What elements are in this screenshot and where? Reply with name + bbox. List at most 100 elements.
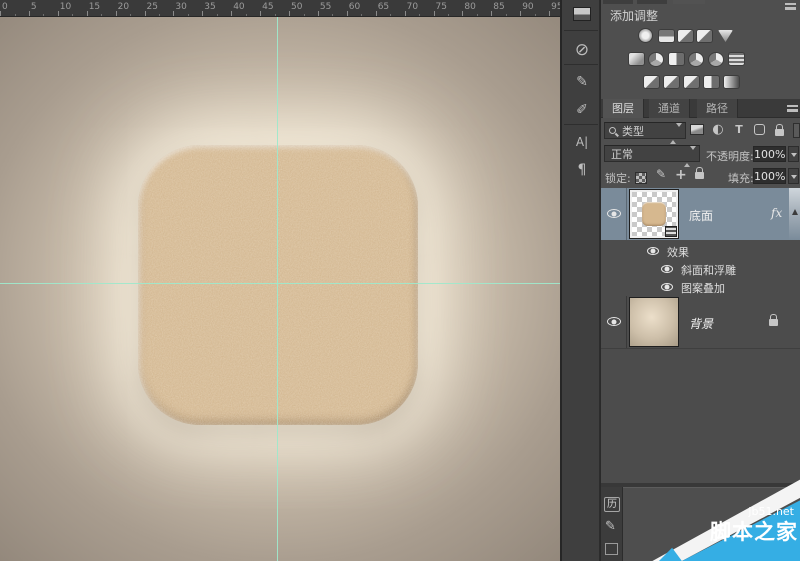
threshold-icon[interactable]	[684, 76, 699, 88]
lock-transparency-icon[interactable]	[635, 169, 647, 188]
ruler-label: 35	[204, 2, 215, 12]
visibility-eye-icon[interactable]	[661, 265, 673, 273]
layer-row-dimian[interactable]: 底面 fx	[601, 188, 800, 240]
ruler-label: 15	[89, 2, 100, 12]
ruler-minor-tick	[159, 14, 160, 16]
vertical-guide[interactable]	[277, 17, 278, 561]
lock-position-icon[interactable]: +	[675, 167, 687, 183]
ruler-tick	[434, 11, 435, 16]
divider	[564, 30, 598, 31]
opacity-dropdown-arrow[interactable]	[788, 146, 799, 162]
lock-glyph	[775, 129, 784, 136]
layers-tabbar: 图层 通道 路径	[601, 99, 800, 118]
ruler-tick	[0, 11, 1, 16]
ruler[interactable]: 05101520253035404550556065707580859095	[0, 0, 560, 17]
type-layers-filter-icon[interactable]: T	[731, 122, 747, 137]
partial-panel-icon[interactable]	[605, 543, 618, 555]
ruler-tick	[29, 11, 30, 16]
effects-row[interactable]: 效果	[601, 242, 800, 260]
effects-label: 效果	[667, 244, 689, 260]
vibrance-icon[interactable]	[718, 30, 733, 42]
ruler-tick	[231, 11, 232, 16]
tab-paths[interactable]: 路径	[697, 99, 738, 118]
document-canvas[interactable]	[0, 17, 560, 561]
history-panel-icon[interactable]: 历	[604, 497, 620, 512]
adjustment-layers-filter-icon[interactable]: ◐	[710, 122, 726, 137]
exposure-icon[interactable]	[697, 30, 712, 42]
ruler-tick	[58, 11, 59, 16]
blend-mode-dropdown[interactable]: 正常	[604, 145, 700, 162]
layer-name[interactable]: 背景	[689, 315, 713, 332]
horizontal-guide[interactable]	[0, 283, 560, 284]
lock-all-icon[interactable]	[695, 164, 704, 183]
panel-menu-icon[interactable]	[785, 3, 796, 10]
ruler-minor-tick	[101, 14, 102, 16]
divider	[601, 348, 800, 349]
layer-row-background[interactable]: 背景	[601, 296, 800, 348]
pencil-panel-icon[interactable]: ✎	[605, 519, 616, 534]
levels-icon[interactable]	[659, 30, 674, 42]
pattern-badge-icon	[665, 226, 677, 237]
tab-layers[interactable]: 图层	[603, 99, 644, 118]
tab-stub-active[interactable]	[673, 0, 705, 4]
curves-icon[interactable]	[678, 30, 693, 42]
brightness-contrast-icon[interactable]	[639, 29, 652, 42]
panel-menu-icon[interactable]	[787, 105, 798, 112]
scrollbar-up-arrow[interactable]	[789, 188, 800, 240]
posterize-icon[interactable]	[664, 76, 679, 88]
ruler-minor-tick	[72, 14, 73, 16]
ruler-minor-tick	[15, 14, 16, 16]
smart-object-filter-icon[interactable]	[771, 122, 787, 137]
visibility-eye-icon[interactable]	[607, 317, 621, 326]
selective-color-icon[interactable]	[704, 76, 719, 88]
invert-icon[interactable]	[644, 76, 659, 88]
pixel-layers-filter-icon[interactable]	[689, 122, 705, 137]
icon-artwork[interactable]	[138, 145, 418, 425]
filter-toggle[interactable]	[793, 123, 800, 138]
hue-saturation-icon[interactable]	[629, 53, 644, 65]
visibility-eye-icon[interactable]	[647, 247, 659, 255]
ruler-label: 25	[147, 2, 158, 12]
fill-dropdown-arrow[interactable]	[788, 168, 799, 184]
shape-layers-filter-icon[interactable]	[751, 122, 767, 137]
opacity-value[interactable]: 100%	[753, 146, 786, 162]
layer-name[interactable]: 底面	[689, 207, 713, 224]
filter-kind-dropdown[interactable]: 类型	[604, 122, 686, 139]
fx-badge[interactable]: fx	[771, 206, 782, 220]
tab-stub[interactable]	[637, 0, 667, 4]
visibility-eye-icon[interactable]	[607, 209, 621, 218]
channel-mixer-icon[interactable]	[709, 53, 723, 66]
gradient-map-icon[interactable]	[724, 76, 739, 88]
effect-pattern-row[interactable]: 图案叠加	[601, 278, 800, 296]
ruler-label: 70	[407, 2, 418, 12]
black-white-icon[interactable]	[669, 53, 684, 65]
bottom-icons-strip: 历 ✎	[601, 487, 623, 561]
tool-presets-icon[interactable]: ✐	[569, 98, 595, 122]
ruler-label: 80	[464, 2, 475, 12]
ruler-minor-tick	[246, 14, 247, 16]
tab-channels[interactable]: 通道	[649, 99, 690, 118]
ruler-label: 10	[60, 2, 71, 12]
image-panel-icon[interactable]	[569, 2, 595, 26]
clone-source-icon[interactable]: ⊘	[569, 38, 595, 62]
ruler-tick	[549, 11, 550, 16]
fill-value[interactable]: 100%	[753, 168, 786, 184]
visibility-eye-icon[interactable]	[661, 283, 673, 291]
character-panel-icon[interactable]: A|	[569, 130, 595, 154]
paragraph-panel-icon[interactable]: ¶	[569, 158, 595, 182]
effect-bevel-row[interactable]: 斜面和浮雕	[601, 260, 800, 278]
image-panel-glyph	[573, 7, 591, 21]
tab-stub[interactable]	[603, 0, 633, 4]
lock-pixels-icon[interactable]: ✎	[656, 167, 666, 181]
ruler-tick	[173, 11, 174, 16]
layer-thumbnail[interactable]	[629, 189, 679, 239]
brush-panel-icon[interactable]: ✎	[569, 70, 595, 94]
watermark-site-name: 脚本之家	[710, 516, 798, 546]
color-lookup-icon[interactable]	[729, 53, 744, 65]
filter-kind-label: 类型	[622, 124, 644, 139]
color-balance-icon[interactable]	[649, 53, 663, 66]
layer-thumbnail[interactable]	[629, 297, 679, 347]
ruler-minor-tick	[506, 14, 507, 16]
ruler-tick	[491, 11, 492, 16]
photo-filter-icon[interactable]	[689, 53, 703, 66]
